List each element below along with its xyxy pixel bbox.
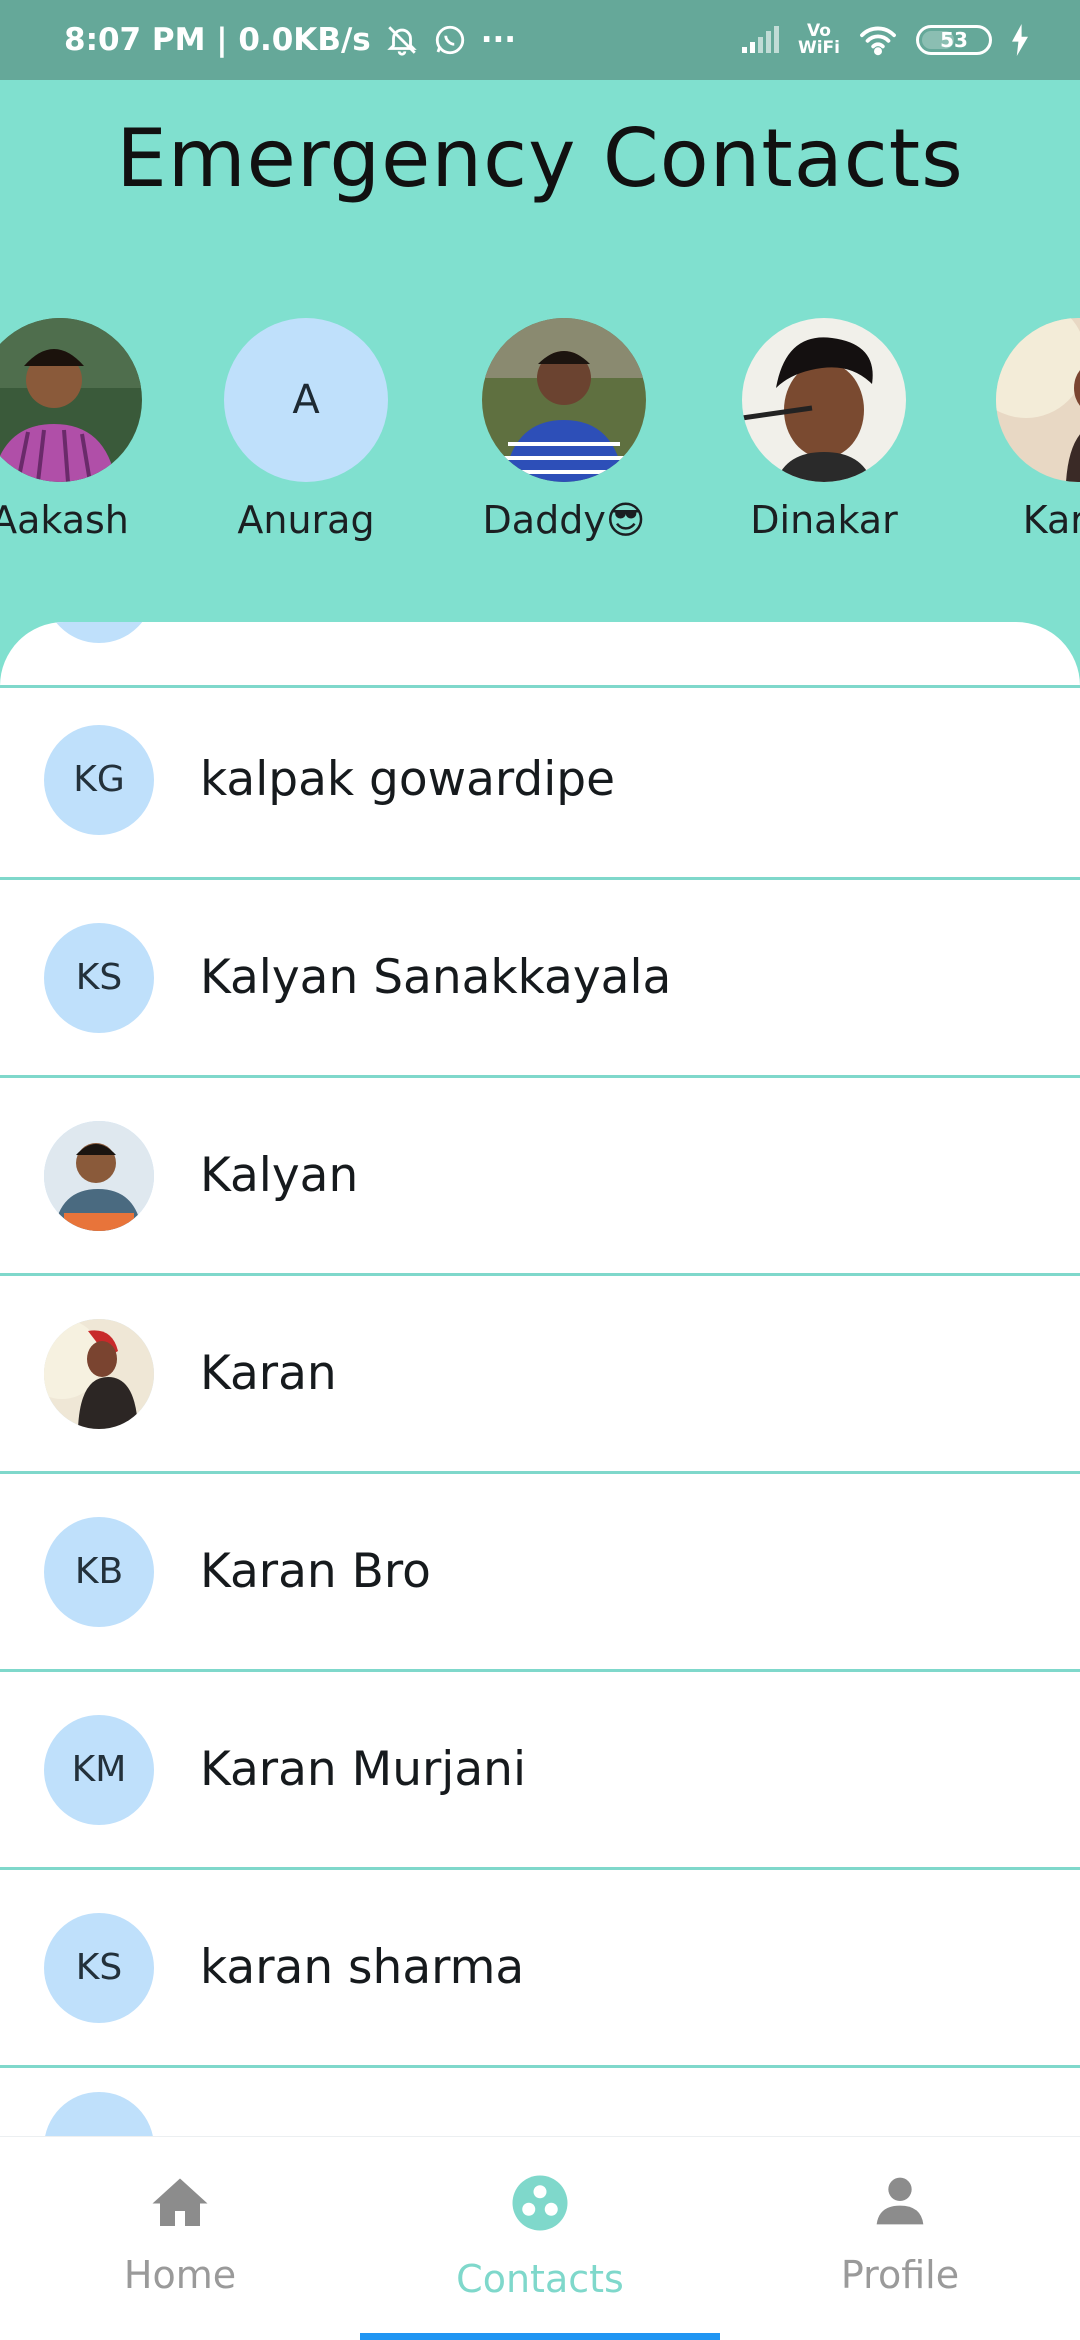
page-title: Emergency Contacts (116, 112, 964, 205)
status-left: 8:07 PM | 0.0KB/s ··· (64, 22, 516, 58)
contact-name: Karan (200, 1346, 337, 1401)
favorite-contact[interactable]: Aakash (0, 318, 170, 542)
avatar: A (224, 318, 388, 482)
list-item[interactable]: KB Karan Bro (0, 1474, 1080, 1672)
avatar (0, 318, 142, 482)
favorite-contact[interactable]: Daddy😎 (454, 318, 674, 542)
nav-tab-home[interactable]: Home (0, 2137, 360, 2340)
favorite-name: Dinakar (750, 498, 898, 542)
avatar: KM (44, 1714, 154, 1825)
more-notifications-icon: ··· (480, 22, 517, 58)
list-item[interactable]: KS karan sharma (0, 1870, 1080, 2068)
whatsapp-icon (433, 23, 467, 57)
favorite-contact[interactable]: A Anurag (196, 318, 416, 542)
nav-tab-contacts[interactable]: Contacts (360, 2137, 720, 2340)
contact-name: Kalyan (200, 1148, 359, 1203)
contact-name: karan sharma (200, 1940, 525, 1995)
person-icon (872, 2173, 928, 2233)
contacts-group-icon (510, 2173, 570, 2237)
avatar (996, 318, 1080, 482)
nav-tab-profile[interactable]: Profile (720, 2137, 1080, 2340)
status-bar: 8:07 PM | 0.0KB/s ··· Vo WiFi 53 (0, 0, 1080, 80)
avatar: KS (44, 922, 154, 1033)
vowifi-icon: Vo WiFi (798, 23, 840, 57)
list-item[interactable]: KG kalpak gowardipe (0, 682, 1080, 880)
avatar (482, 318, 646, 482)
contact-name: Karan Bro (200, 1544, 431, 1599)
favorite-name: Daddy😎 (482, 498, 646, 542)
avatar (44, 1120, 154, 1231)
avatar (44, 1318, 154, 1429)
favorite-name: Anurag (237, 498, 375, 542)
contact-name: kalpak gowardipe (200, 752, 616, 807)
bottom-navigation: Home Contacts Profile (0, 2136, 1080, 2340)
avatar (742, 318, 906, 482)
vowifi-bottom: WiFi (797, 38, 840, 58)
favorite-name: Aakash (0, 498, 129, 542)
favorite-contact[interactable]: Dinakar (714, 318, 934, 542)
charging-icon (1010, 24, 1030, 56)
nav-label-contacts: Contacts (456, 2257, 624, 2301)
list-item[interactable]: Kalyan (0, 1078, 1080, 1276)
list-item[interactable]: KM Karan Murjani (0, 1672, 1080, 1870)
avatar: KB (44, 1516, 154, 1627)
avatar (44, 2092, 154, 2136)
list-item[interactable]: Karan (0, 1276, 1080, 1474)
status-right: Vo WiFi 53 (740, 23, 1030, 57)
nav-label-profile: Profile (840, 2253, 960, 2297)
cellular-signal-icon (740, 25, 780, 55)
favorites-strip[interactable]: Aakash A Anurag Daddy😎 Dinakar Kar (0, 318, 1080, 558)
wifi-icon (858, 24, 898, 56)
active-tab-indicator (360, 2333, 720, 2340)
battery-level: 53 (940, 28, 968, 52)
battery-icon: 53 (916, 25, 992, 55)
favorite-name: Karan (1022, 498, 1080, 542)
list-item[interactable]: KS Kalyan Sanakkayala (0, 880, 1080, 1078)
contact-name: Karan Murjani (200, 1742, 527, 1797)
avatar: KG (44, 724, 154, 835)
status-time: 8:07 PM | 0.0KB/s (64, 22, 371, 58)
nav-label-home: Home (123, 2253, 237, 2297)
contacts-list[interactable]: KG kalpak gowardipe KS Kalyan Sanakkayal… (0, 622, 1080, 2136)
avatar: KS (44, 1912, 154, 2023)
favorite-contact[interactable]: Karan (968, 318, 1080, 542)
mute-icon (385, 23, 419, 57)
contact-name: Kalyan Sanakkayala (200, 950, 672, 1005)
list-item-partial[interactable] (0, 622, 1080, 688)
avatar (44, 622, 154, 643)
list-item-partial[interactable] (0, 2068, 1080, 2136)
home-icon (150, 2173, 210, 2233)
